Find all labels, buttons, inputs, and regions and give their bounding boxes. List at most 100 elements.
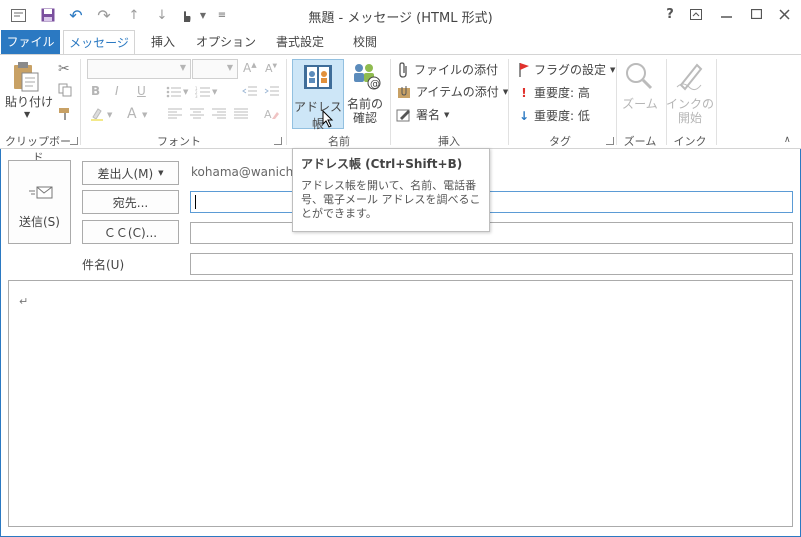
underline-button[interactable]: U xyxy=(137,84,146,98)
follow-up-button[interactable]: フラグの設定 ▼ xyxy=(518,61,615,78)
copy-icon[interactable] xyxy=(58,83,72,100)
paste-dropdown-icon[interactable]: ▼ xyxy=(24,110,30,119)
highlight-icon[interactable] xyxy=(90,107,104,124)
font-launcher-icon[interactable] xyxy=(274,137,282,145)
tab-insert[interactable]: 挿入 xyxy=(141,30,185,54)
signature-button[interactable]: 署名 ▼ xyxy=(396,106,449,123)
tooltip-title: アドレス帳 (Ctrl+Shift+B) xyxy=(301,157,463,171)
to-button[interactable]: 宛先... xyxy=(82,190,179,214)
address-book-label: アドレス帳 xyxy=(293,100,342,131)
bullets-icon[interactable] xyxy=(166,86,182,101)
grow-font-icon[interactable]: A▲ xyxy=(243,61,257,75)
numbering-dropdown-icon[interactable]: ▼ xyxy=(212,88,217,96)
check-names-label-2[interactable]: 確認 xyxy=(344,111,386,125)
clear-formatting-icon[interactable]: A xyxy=(264,107,280,124)
increase-indent-icon[interactable] xyxy=(264,86,280,101)
svg-text:A: A xyxy=(264,108,272,121)
address-book-tooltip: アドレス帳 (Ctrl+Shift+B) アドレス帳を開いて、名前、電話番号、電… xyxy=(292,148,490,232)
cut-icon[interactable]: ✂ xyxy=(58,61,70,77)
subject-label: 件名(U) xyxy=(82,258,125,272)
attach-file-button[interactable]: ファイルの添付 xyxy=(398,61,498,78)
ribbon-display-options-icon[interactable] xyxy=(686,5,706,23)
tab-file[interactable]: ファイル xyxy=(1,30,60,54)
start-inking-label-2[interactable]: 開始 xyxy=(666,111,714,125)
tab-message[interactable]: メッセージ xyxy=(63,30,135,55)
text-caret xyxy=(195,195,196,209)
close-icon[interactable] xyxy=(774,5,794,23)
bold-button[interactable]: B xyxy=(91,84,100,98)
mouse-cursor-icon xyxy=(322,109,334,131)
collapse-ribbon-icon[interactable]: ∧ xyxy=(784,135,791,145)
italic-button[interactable]: I xyxy=(115,84,119,98)
ink-pen-icon[interactable] xyxy=(675,61,705,94)
svg-text:@: @ xyxy=(370,79,380,90)
low-importance-label: 重要度: 低 xyxy=(534,109,590,123)
clipboard-launcher-icon[interactable] xyxy=(70,137,78,145)
highlight-dropdown-icon[interactable]: ▼ xyxy=(107,111,112,119)
shrink-font-icon[interactable]: A▼ xyxy=(265,62,277,75)
separator xyxy=(508,59,509,145)
numbering-icon[interactable]: 123 xyxy=(195,86,211,101)
include-group-label: 挿入 xyxy=(438,135,460,148)
attach-item-button[interactable]: アイテムの添付 ▼ xyxy=(396,83,508,100)
ribbon-tabs: ファイル メッセージ 挿入 オプション 書式設定 校閲 xyxy=(0,30,801,55)
svg-text:3: 3 xyxy=(195,94,198,98)
low-importance-button[interactable]: ↓ 重要度: 低 xyxy=(518,107,590,124)
attach-item-icon xyxy=(398,85,410,98)
check-names-label-1[interactable]: 名前の xyxy=(344,97,386,111)
ink-group-label: インク xyxy=(673,135,707,148)
align-center-icon[interactable] xyxy=(190,108,204,123)
tooltip-description: アドレス帳を開いて、名前、電話番号、電子メール アドレスを調べることができます。 xyxy=(301,179,481,220)
paste-button[interactable]: 貼り付け xyxy=(4,95,54,109)
cc-field[interactable] xyxy=(190,222,793,244)
zoom-button[interactable]: ズーム xyxy=(616,97,664,111)
follow-up-dropdown-icon: ▼ xyxy=(610,65,616,74)
from-button-label: 差出人(M) xyxy=(97,166,154,181)
maximize-icon[interactable] xyxy=(746,5,766,23)
start-inking-label-1[interactable]: インクの xyxy=(666,97,714,111)
send-envelope-icon xyxy=(29,185,53,204)
tab-review[interactable]: 校閲 xyxy=(342,30,388,54)
subject-field[interactable] xyxy=(190,253,793,275)
ribbon: 貼り付け ▼ ✂ クリップボード ▼ ▼ A▲ A▼ B I U ▼ 123 ▼… xyxy=(0,54,801,164)
to-field[interactable] xyxy=(190,191,793,213)
from-dropdown-icon: ▼ xyxy=(158,169,164,177)
font-group-label: フォント xyxy=(157,135,201,148)
paste-icon[interactable] xyxy=(8,61,44,93)
title-bar: ↶ ↷ ↑ ↓ ▼ ≡ 無題 - メッセージ (HTML 形式) ? xyxy=(0,0,801,30)
format-painter-icon[interactable] xyxy=(58,107,72,124)
high-importance-button[interactable]: ! 重要度: 高 xyxy=(518,84,590,101)
tab-format-text[interactable]: 書式設定 xyxy=(268,30,332,54)
from-button[interactable]: 差出人(M) ▼ xyxy=(82,161,179,185)
separator xyxy=(390,59,391,145)
exclamation-icon: ! xyxy=(521,85,527,100)
flag-icon xyxy=(519,62,529,77)
message-body[interactable]: ↵ xyxy=(8,280,793,527)
send-button[interactable]: 送信(S) xyxy=(8,160,71,244)
justify-icon[interactable] xyxy=(234,108,248,123)
signature-icon xyxy=(396,109,410,121)
down-arrow-icon: ↓ xyxy=(518,108,530,123)
font-color-dropdown-icon[interactable]: ▼ xyxy=(142,111,147,119)
address-book-button[interactable]: アドレス帳 xyxy=(292,59,344,131)
names-group-label: 名前 xyxy=(328,135,350,148)
zoom-group-label: ズーム xyxy=(623,135,657,148)
tags-launcher-icon[interactable] xyxy=(606,137,614,145)
check-names-icon[interactable]: @ xyxy=(350,61,382,94)
minimize-icon[interactable] xyxy=(716,5,736,23)
align-right-icon[interactable] xyxy=(212,108,226,123)
zoom-icon[interactable] xyxy=(624,61,654,94)
follow-up-label: フラグの設定 xyxy=(534,63,607,77)
font-size-combo[interactable]: ▼ xyxy=(192,59,238,79)
paperclip-icon xyxy=(399,61,407,78)
decrease-indent-icon[interactable] xyxy=(242,86,258,101)
align-left-icon[interactable] xyxy=(168,108,182,123)
bullets-dropdown-icon[interactable]: ▼ xyxy=(183,88,188,96)
font-color-icon[interactable]: A xyxy=(127,106,137,122)
separator xyxy=(80,59,81,145)
tab-options[interactable]: オプション xyxy=(194,30,258,54)
font-name-combo[interactable]: ▼ xyxy=(87,59,191,79)
cc-button[interactable]: ＣＣ(C)... xyxy=(82,220,179,244)
help-button[interactable]: ? xyxy=(660,5,680,23)
paragraph-mark: ↵ xyxy=(19,295,29,308)
